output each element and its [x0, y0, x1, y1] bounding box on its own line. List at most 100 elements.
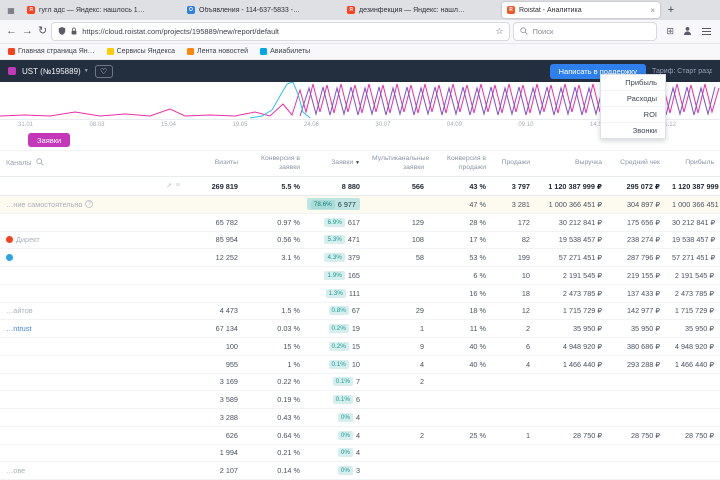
metric-menu-item[interactable]: Звонки — [601, 122, 665, 138]
x-axis-label: 19.05 — [232, 122, 247, 128]
metric-menu-item[interactable]: Прибыль — [601, 75, 665, 90]
cell-visits: 100 — [186, 342, 244, 351]
bookmark-item[interactable]: Лента новостей — [187, 48, 248, 55]
bookmark-item[interactable]: Главная страница Ян… — [8, 48, 95, 55]
cell-profit: 28 750 ₽ — [666, 431, 720, 440]
table-row[interactable]: …айтов4 4731.5 %0.8%672918 %121 715 729 … — [0, 303, 720, 321]
x-axis-label: 30.07 — [375, 122, 390, 128]
forward-button[interactable]: → — [22, 26, 33, 37]
metric-menu-item[interactable]: ROI — [601, 106, 665, 122]
channel-name-cell: …ние самостоятельно? — [0, 200, 186, 209]
cell-sales: 4 — [492, 360, 536, 369]
firefox-view-icon[interactable]: ▦ — [4, 3, 18, 17]
leads-value-group: 4.3%379 — [324, 253, 360, 262]
table-row[interactable]: 10015 %0.2%15940 %64 948 920 ₽380 686 ₽4… — [0, 338, 720, 356]
table-row[interactable]: 1.3%11116 %182 473 785 ₽137 433 ₽2 473 7… — [0, 285, 720, 303]
extensions-icon[interactable]: ⊞ — [666, 26, 674, 37]
bookmark-item[interactable]: Авиабилеты — [260, 48, 310, 55]
header-avg-check[interactable]: Средний чек — [608, 159, 666, 167]
cell-leads: 5.3%471 — [306, 235, 366, 244]
row-menu-icon[interactable]: ≡ — [176, 182, 180, 190]
tab-close-icon[interactable]: × — [650, 6, 655, 15]
header-revenue[interactable]: Выручка — [536, 159, 608, 167]
sort-desc-icon: ▼ — [355, 160, 360, 166]
cell-visits: 4 473 — [186, 306, 244, 315]
header-sales[interactable]: Продажи — [492, 159, 536, 167]
reload-button[interactable]: ↻ — [38, 26, 47, 37]
table-row[interactable]: 1.9%1656 %102 191 545 ₽219 155 ₽2 191 54… — [0, 267, 720, 285]
cell-conversion-to-leads: 0.21 % — [244, 448, 306, 457]
browser-tab[interactable]: RRoistat - Аналитика× — [502, 2, 660, 18]
back-button[interactable]: ← — [6, 26, 17, 37]
table-row[interactable]: 12 2523.1 %4.3%3795853 %19957 271 451 ₽2… — [0, 249, 720, 267]
external-link-icon[interactable]: ↗ — [166, 182, 172, 190]
table-row[interactable]: 6260.64 %0%4225 %128 750 ₽28 750 ₽28 750… — [0, 427, 720, 445]
browser-tab[interactable]: Ядезинфекция — Яндекс: нашл… — [342, 2, 500, 18]
table-row[interactable]: 9551 %0.1%10440 %41 466 440 ₽293 288 ₽1 … — [0, 356, 720, 374]
table-row[interactable]: …ние самостоятельно?78.6%6 97747 %3 2811… — [0, 196, 720, 214]
table-row[interactable]: 65 7820.97 %6.9%61712928 %17230 212 841 … — [0, 214, 720, 232]
table-row[interactable]: 3 1690.22 %0.1%72 — [0, 374, 720, 392]
cell-leads: 0.2%15 — [306, 342, 366, 351]
search-placeholder: Поиск — [532, 27, 553, 36]
cell-sales: 10 — [492, 271, 536, 280]
table-row[interactable]: …ntrust67 1340.03 %0.2%19111 %235 950 ₽3… — [0, 320, 720, 338]
favorite-button[interactable]: ♡ — [95, 65, 113, 78]
cell-conversion-to-leads: 1.5 % — [244, 306, 306, 315]
project-selector[interactable]: UST (№195889) ▼ — [22, 67, 89, 76]
browser-tab[interactable]: Ягугл адс — Яндекс: нашлось 1… — [22, 2, 180, 18]
header-leads-label: Заявки — [331, 159, 353, 166]
table-totals-row[interactable]: ↗ ≡ 269 819 5.5 % 8 880 566 43 % 3 797 1… — [0, 177, 720, 196]
browser-tab[interactable]: ООбъявления - 114-637-5833 -… — [182, 2, 340, 18]
header-leads[interactable]: Заявки ▼ — [306, 159, 366, 167]
search-input[interactable]: Поиск — [514, 23, 656, 40]
leads-value: 6 977 — [338, 200, 356, 209]
bookmark-favicon — [187, 48, 194, 55]
leads-value-group: 0.1%7 — [333, 377, 360, 386]
leads-value: 4 — [356, 413, 360, 422]
header-multichannel-leads[interactable]: Мультиканальные заявки — [366, 155, 430, 171]
search-channels-icon[interactable] — [36, 158, 44, 169]
cell-avg-check: 137 433 ₽ — [608, 289, 666, 298]
cell-multichannel-leads: 129 — [366, 218, 430, 227]
lock-icon[interactable] — [70, 27, 78, 37]
project-logo-icon — [8, 67, 16, 75]
bookmark-item[interactable]: Сервисы Яндекса — [107, 48, 175, 55]
metric-menu-item[interactable]: Расходы — [601, 90, 665, 106]
new-tab-button[interactable]: + — [662, 2, 680, 18]
cell-profit: 35 950 ₽ — [666, 324, 720, 333]
table-row[interactable]: Директ85 9540.56 %5.3%47110817 %8219 538… — [0, 232, 720, 250]
shield-icon[interactable] — [58, 27, 66, 37]
browser-window: ▦ Ягугл адс — Яндекс: нашлось 1…ООбъявле… — [0, 0, 720, 480]
header-conversion-to-sales[interactable]: Конверсия в продажи — [430, 155, 492, 171]
account-icon[interactable] — [683, 26, 692, 37]
header-visits[interactable]: Визиты — [186, 159, 244, 167]
cell-profit: 19 538 457 ₽ — [666, 235, 720, 244]
bookmark-star-icon[interactable]: ☆ — [495, 26, 503, 37]
table-row[interactable]: 3 5890.19 %0.1%6 — [0, 391, 720, 409]
x-axis-label: 08.03 — [89, 122, 104, 128]
cell-leads: 6.9%617 — [306, 218, 366, 227]
cell-conversion-to-sales: 6 % — [430, 271, 492, 280]
cell-visits: 2 107 — [186, 466, 244, 475]
channel-name: …ние самостоятельно — [6, 200, 82, 209]
cell-conversion-to-leads: 0.43 % — [244, 413, 306, 422]
table-row[interactable]: …ове2 1070.14 %0%3 — [0, 462, 720, 480]
header-channels[interactable]: Каналы — [0, 158, 186, 169]
address-bar[interactable]: https://cloud.roistat.com/projects/19588… — [52, 23, 509, 40]
channel-name[interactable]: …ntrust — [6, 324, 32, 333]
cell-profit: 2 473 785 ₽ — [666, 289, 720, 298]
x-axis-label: 24.06 — [304, 122, 319, 128]
channel-name: …айтов — [6, 306, 33, 315]
leads-value-group: 0%4 — [338, 431, 360, 440]
cell-avg-check: 142 977 ₽ — [608, 306, 666, 315]
table-row[interactable]: 3 2880.43 %0%4 — [0, 409, 720, 427]
header-profit[interactable]: Прибыль — [666, 159, 720, 167]
cell-conversion-to-sales: 25 % — [430, 431, 492, 440]
table-row[interactable]: 1 9940.21 %0%4 — [0, 445, 720, 463]
menu-icon[interactable] — [702, 31, 711, 32]
metric-chip-leads[interactable]: Заявки — [28, 133, 70, 147]
cell-revenue: 57 271 451 ₽ — [536, 253, 608, 262]
header-conversion-to-leads[interactable]: Конверсия в заявки — [244, 155, 306, 171]
cell-conversion-to-leads: 0.03 % — [244, 324, 306, 333]
